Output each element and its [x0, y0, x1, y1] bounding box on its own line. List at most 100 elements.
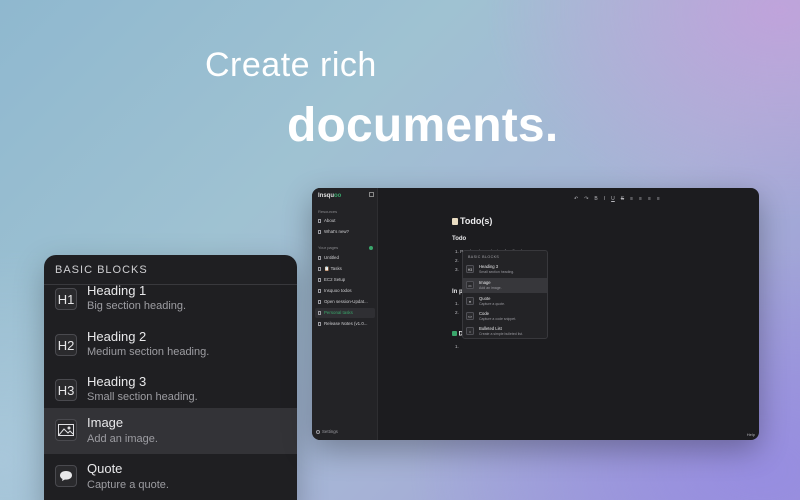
- sidebar-item-label: About: [324, 218, 336, 223]
- sidebar-collapse-icon[interactable]: [369, 192, 374, 197]
- popup-item-name: Heading 3: [479, 264, 499, 269]
- page-icon: [318, 229, 321, 234]
- popup-item-heading-3[interactable]: H3 Heading 3 Small section heading.: [463, 262, 547, 277]
- popup-item-desc: Add an image.: [479, 286, 502, 290]
- popup-item-quote[interactable]: ● Quote Capture a quote.: [463, 294, 547, 309]
- popup-item-image[interactable]: ▭ Image Add an image.: [463, 278, 547, 293]
- block-menu-popup: BASIC BLOCKS H3 Heading 3 Small section …: [462, 250, 548, 339]
- document-title-text: Todo(s): [460, 216, 493, 226]
- align-center-icon[interactable]: ≡: [639, 196, 642, 202]
- sidebar-item-whats-new[interactable]: What's new?: [315, 227, 375, 237]
- basic-blocks-panel: BASIC BLOCKS H1 Heading 1 Big section he…: [44, 255, 297, 500]
- sidebar-item-untitled[interactable]: Untitled: [315, 253, 375, 263]
- list-item[interactable]: 1.: [455, 301, 459, 306]
- quote-icon: [55, 465, 77, 487]
- block-name: Quote: [87, 461, 123, 476]
- page-icon: [318, 299, 321, 304]
- popup-item-desc: Small section heading.: [479, 270, 515, 274]
- add-page-icon[interactable]: [369, 246, 373, 250]
- block-item-heading-2[interactable]: H2 Heading 2 Medium section heading.: [44, 324, 297, 370]
- popup-item-code[interactable]: <> Code Capture a code snippet.: [463, 309, 547, 324]
- popup-item-desc: Capture a code snippet.: [479, 317, 517, 321]
- page-icon: [318, 310, 321, 315]
- list-item[interactable]: 1.: [455, 344, 459, 349]
- block-desc: Medium section heading.: [87, 346, 210, 358]
- popup-item-desc: Capture a quote.: [479, 302, 506, 306]
- popup-item-name: Bulleted List: [479, 326, 502, 331]
- list-item[interactable]: 2.: [455, 258, 459, 263]
- underline-button[interactable]: U: [611, 196, 615, 202]
- block-item-quote[interactable]: Quote Capture a quote.: [44, 454, 297, 500]
- heading-1-icon: H1: [55, 288, 77, 310]
- settings-label: Settings: [322, 429, 338, 434]
- quote-icon: ●: [466, 297, 474, 305]
- heading-3-icon: H3: [466, 265, 474, 273]
- strikethrough-button[interactable]: S: [621, 196, 624, 202]
- page-icon: [318, 288, 321, 293]
- document-title[interactable]: Todo(s): [452, 216, 492, 226]
- block-item-image[interactable]: Image Add an image.: [44, 408, 297, 454]
- align-left-icon[interactable]: ≡: [630, 196, 633, 202]
- clipboard-icon: [452, 218, 458, 225]
- section-heading-todo[interactable]: Todo: [452, 236, 466, 242]
- block-desc: Capture a quote.: [87, 479, 169, 491]
- heading-3-icon: H3: [55, 379, 77, 401]
- sidebar-item-ec2-setup[interactable]: EC2 Setup: [315, 275, 375, 285]
- code-icon: <>: [466, 312, 474, 320]
- popup-item-name: Code: [479, 311, 490, 316]
- sidebar-item-label: 📋 Tasks: [324, 266, 342, 271]
- sidebar-item-tasks[interactable]: 📋 Tasks: [315, 264, 375, 274]
- redo-icon[interactable]: ↷: [584, 196, 588, 202]
- align-justify-icon[interactable]: ≡: [657, 196, 660, 202]
- sidebar-item-label: Personal tasks: [324, 310, 353, 315]
- sidebar-item-label: Untitled: [324, 255, 339, 260]
- sidebar-item-release-notes[interactable]: Release Notes (v1.0...: [315, 319, 375, 329]
- image-icon: ▭: [466, 281, 474, 289]
- block-name: Image: [87, 415, 124, 430]
- sidebar-item-label: Release Notes (v1.0...: [324, 321, 368, 326]
- settings-button[interactable]: Settings: [316, 429, 338, 434]
- image-icon: [55, 419, 77, 441]
- sidebar-item-label: EC2 Setup: [324, 277, 346, 282]
- sidebar-item-label: Open session-Updat...: [324, 299, 368, 304]
- sidebar-section-resources: Resources: [318, 209, 338, 214]
- popup-item-bulleted-list[interactable]: • Bulleted List Create a simple bulleted…: [463, 324, 547, 339]
- logo-accent: oo: [334, 193, 342, 199]
- app-logo: Insquoo: [318, 193, 341, 199]
- page-icon: [318, 266, 321, 271]
- help-button[interactable]: Help: [747, 432, 755, 437]
- sidebar-item-insquoo-todos[interactable]: Insquoo todos: [315, 286, 375, 296]
- sidebar-item-open-session[interactable]: Open session-Updat...: [315, 297, 375, 307]
- list-icon: •: [466, 327, 474, 335]
- hero-line-1: Create rich: [205, 46, 377, 84]
- block-name: Heading 2: [87, 329, 147, 344]
- sidebar-item-about[interactable]: About: [315, 216, 375, 226]
- block-desc: Add an image.: [87, 433, 158, 445]
- popup-item-name: Image: [479, 280, 491, 285]
- bold-button[interactable]: B: [594, 196, 597, 202]
- list-item[interactable]: 3.: [455, 267, 459, 272]
- sidebar: Insquoo Resources About What's new? Your…: [312, 188, 378, 440]
- page-icon: [318, 321, 321, 326]
- block-name: Heading 3: [87, 374, 147, 389]
- list-item[interactable]: 2.: [455, 310, 459, 315]
- logo-text: Insqu: [318, 193, 334, 199]
- sidebar-section-pages: Your pages: [318, 245, 339, 250]
- block-desc: Small section heading.: [87, 391, 198, 403]
- hero-line-2: documents.: [287, 99, 559, 152]
- block-desc: Big section heading.: [87, 300, 187, 312]
- block-name: Heading 1: [87, 283, 147, 298]
- checkmark-icon: [452, 331, 457, 336]
- undo-icon[interactable]: ↶: [574, 196, 578, 202]
- align-right-icon[interactable]: ≡: [648, 196, 651, 202]
- page-icon: [318, 255, 321, 260]
- list-number: 1.: [455, 249, 459, 254]
- page-icon: [318, 277, 321, 282]
- sidebar-item-personal-tasks[interactable]: Personal tasks: [315, 308, 375, 318]
- popup-item-name: Quote: [479, 296, 491, 301]
- popup-title: BASIC BLOCKS: [468, 255, 500, 259]
- sidebar-item-label: Insquoo todos: [324, 288, 352, 293]
- italic-button[interactable]: I: [604, 196, 605, 202]
- blocks-panel-title: BASIC BLOCKS: [55, 264, 148, 276]
- heading-2-icon: H2: [55, 334, 77, 356]
